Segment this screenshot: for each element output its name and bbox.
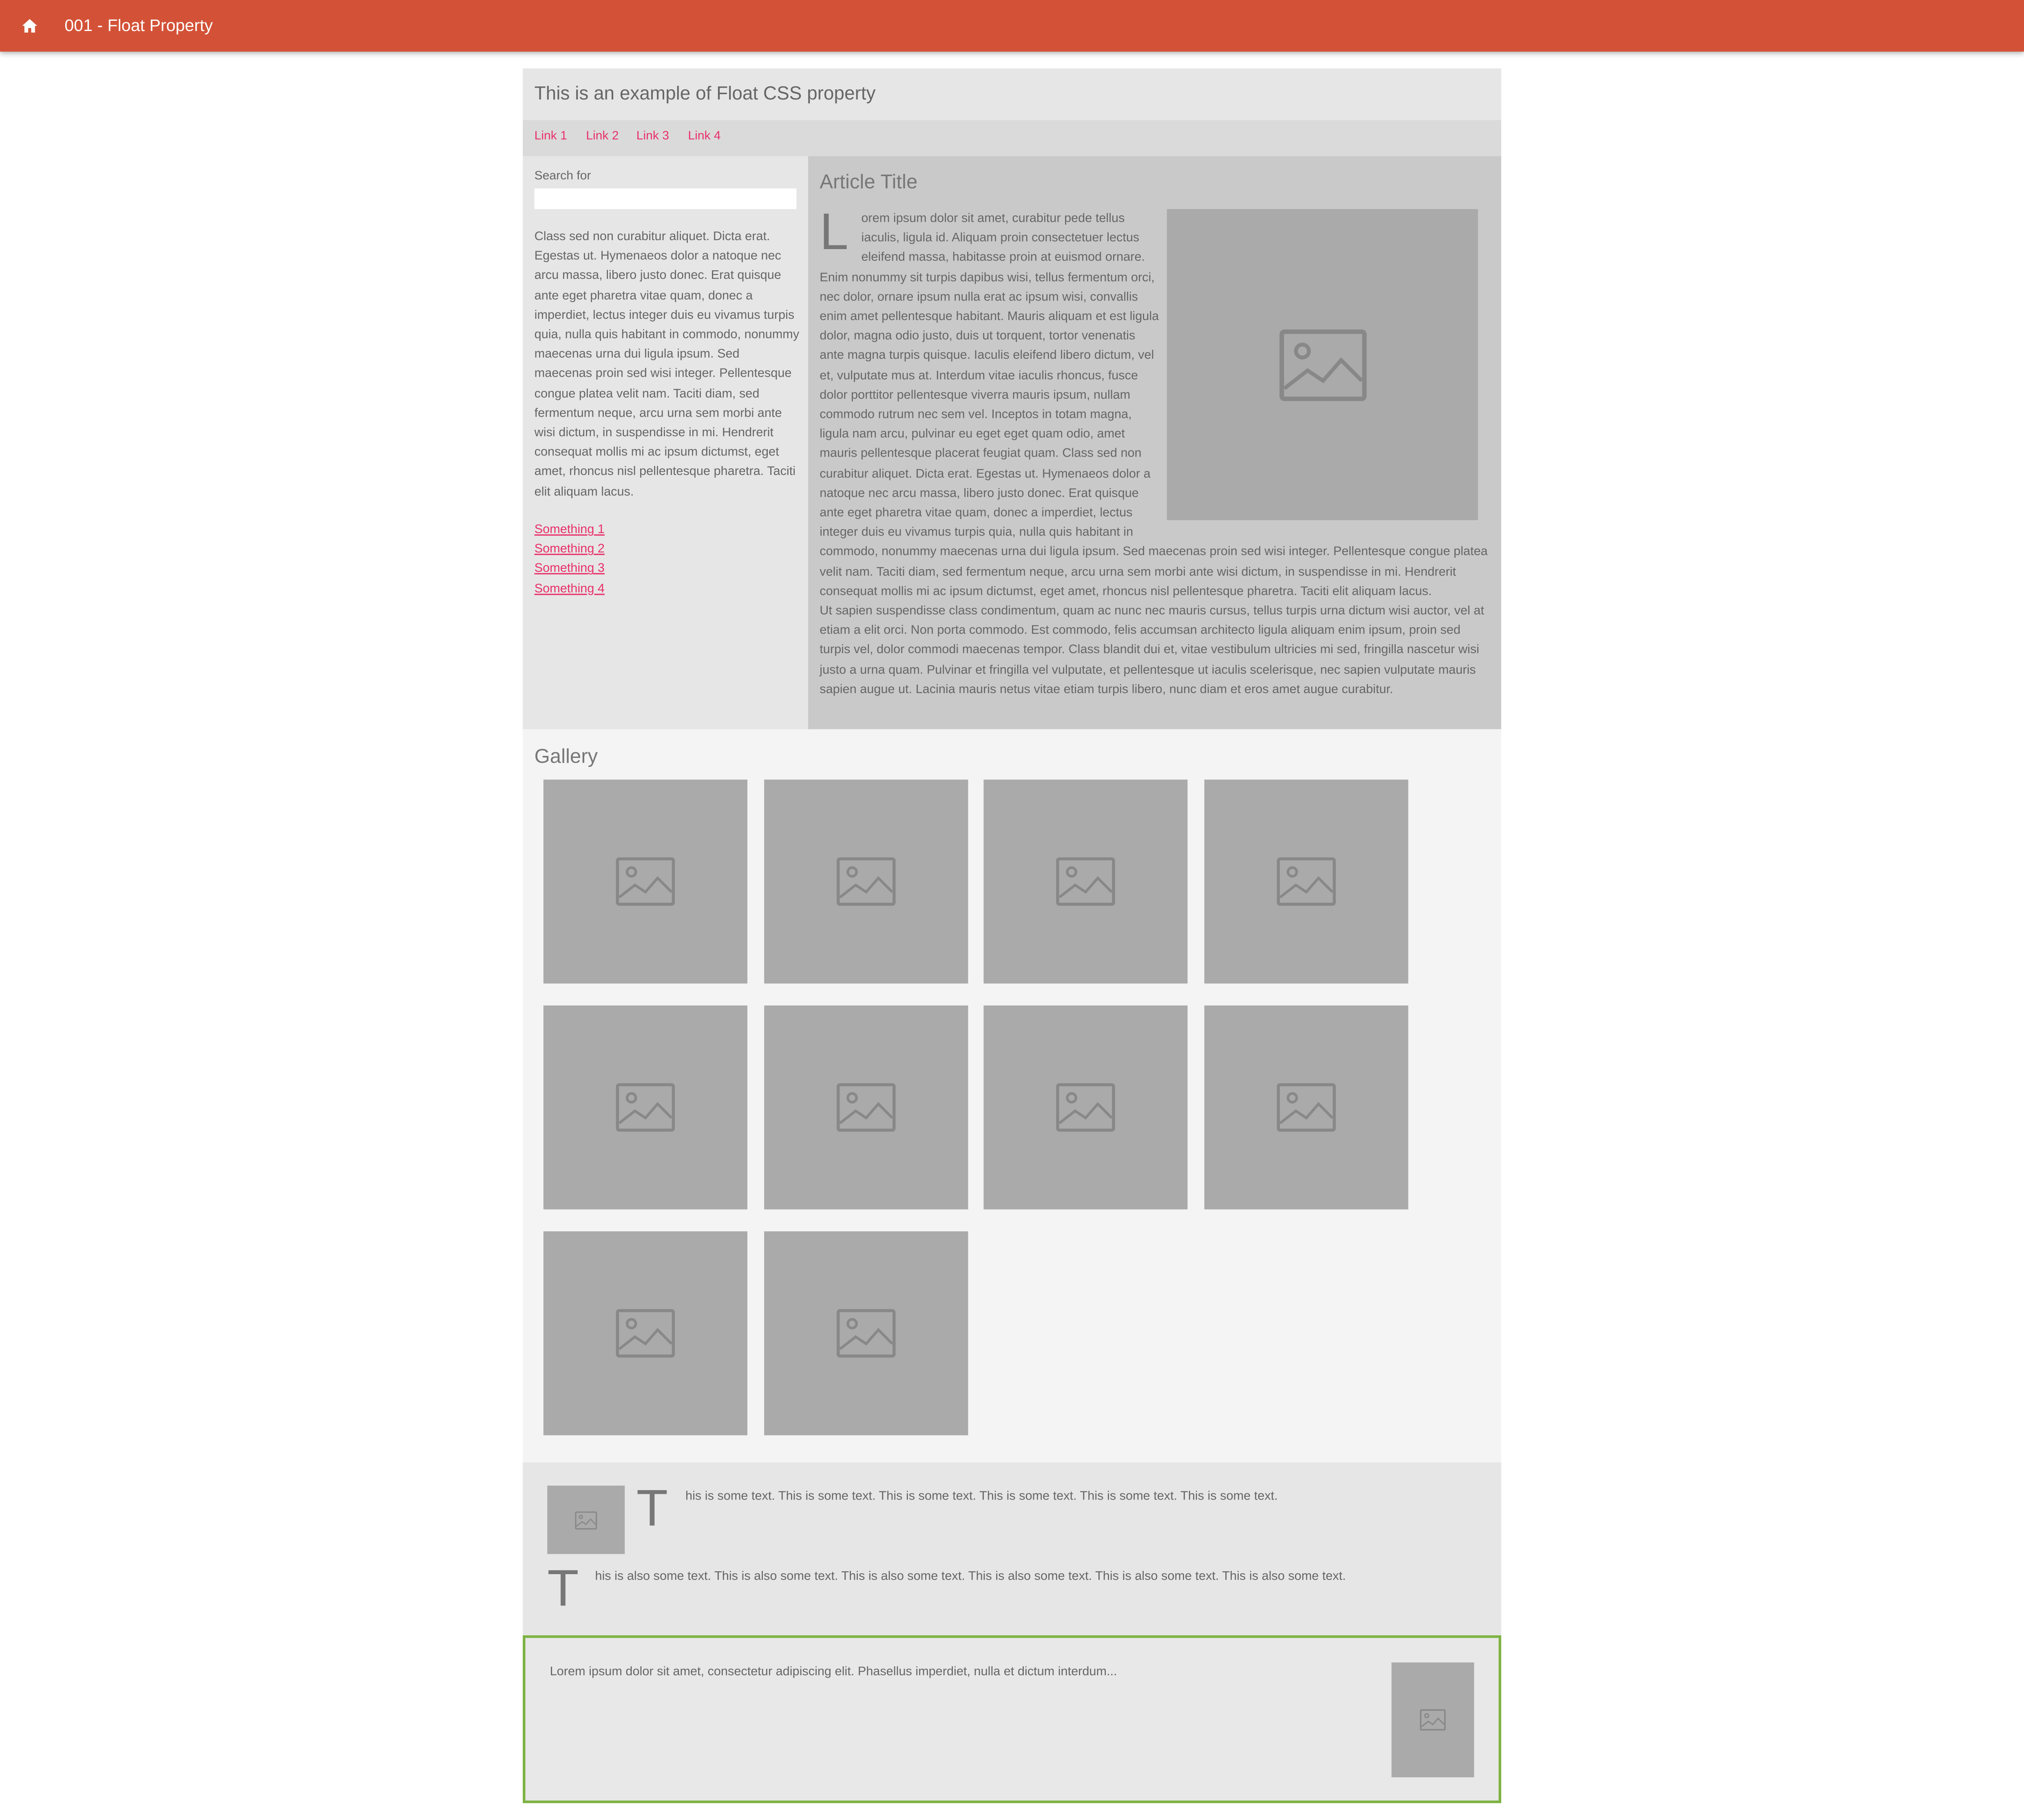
nav-link-2[interactable]: Link 2 <box>586 129 619 145</box>
text-line-2: his is also some text. This is also some… <box>595 1569 1346 1584</box>
image-placeholder-icon <box>575 1511 597 1529</box>
search-input[interactable] <box>534 188 797 209</box>
sidebar: Search for Class sed non curabitur aliqu… <box>523 156 808 729</box>
article-paragraph-2: Ut sapien suspendisse class condimentum,… <box>820 604 1484 697</box>
sidebar-link-4[interactable]: Something 4 <box>535 579 605 599</box>
gallery-title: Gallery <box>534 746 598 768</box>
image-placeholder-icon <box>1276 1083 1335 1132</box>
gallery-grid <box>543 780 1434 1457</box>
sidebar-link-3[interactable]: Something 3 <box>535 559 605 579</box>
image-placeholder-icon <box>1056 1083 1115 1132</box>
image-placeholder-icon <box>1056 857 1115 906</box>
sidebar-link-2[interactable]: Something 2 <box>535 540 605 559</box>
article-body: L orem ipsum dolor sit amet, curabitur p… <box>820 204 1488 700</box>
page-title: This is an example of Float CSS property <box>534 84 876 105</box>
gallery-image <box>543 1005 747 1210</box>
small-thumbnail <box>547 1485 625 1554</box>
image-placeholder-icon <box>836 1083 895 1132</box>
image-placeholder-icon <box>836 857 895 906</box>
nav-link-3[interactable]: Link 3 <box>636 129 669 145</box>
image-placeholder-icon <box>616 857 675 906</box>
article-image <box>1167 209 1478 520</box>
float-text-section: T his is some text. This is some text. T… <box>523 1462 1501 1636</box>
gallery: Gallery <box>523 729 1501 1462</box>
gallery-image <box>763 1005 968 1210</box>
image-placeholder-icon <box>616 1309 675 1358</box>
sidebar-link-1[interactable]: Something 1 <box>535 520 605 540</box>
gallery-image <box>983 1005 1188 1210</box>
article-dropcap: L <box>820 204 848 261</box>
nav-link-4[interactable]: Link 4 <box>688 129 720 145</box>
gallery-image <box>983 780 1188 984</box>
dropcap-line-1: T <box>636 1480 668 1537</box>
app-bar: 001 - Float Property <box>0 0 2024 52</box>
gallery-image <box>1204 1005 1408 1210</box>
clearfix-image <box>1391 1662 1474 1778</box>
gallery-image <box>1204 780 1408 984</box>
search-label: Search for <box>534 169 591 183</box>
image-placeholder-icon <box>1420 1709 1446 1731</box>
article-title: Article Title <box>820 172 918 194</box>
sidebar-links: Something 1 Something 2 Something 3 Some… <box>535 520 605 599</box>
image-placeholder-icon <box>1276 857 1335 906</box>
site-header: This is an example of Float CSS property <box>523 68 1501 120</box>
gallery-image <box>543 780 747 984</box>
home-icon[interactable] <box>21 17 39 35</box>
image-placeholder-icon <box>616 1083 675 1132</box>
image-placeholder-icon <box>1279 329 1366 401</box>
gallery-image <box>543 1231 747 1436</box>
gallery-image <box>763 1231 968 1436</box>
clearfix-box: Lorem ipsum dolor sit amet, consectetur … <box>523 1635 1501 1803</box>
gallery-image <box>763 780 968 984</box>
nav-bar: Link 1 Link 2 Link 3 Link 4 <box>523 120 1501 157</box>
article: Article Title L orem ipsum dolor sit ame… <box>808 156 1501 729</box>
app-title: 001 - Float Property <box>64 15 213 35</box>
dropcap-line-2: T <box>547 1560 579 1617</box>
nav-link-1[interactable]: Link 1 <box>535 129 567 145</box>
text-line-1: his is some text. This is some text. Thi… <box>685 1489 1278 1504</box>
clearfix-text: Lorem ipsum dolor sit amet, consectetur … <box>550 1665 1117 1679</box>
sidebar-text: Class sed non curabitur aliquet. Dicta e… <box>534 230 800 499</box>
image-placeholder-icon <box>836 1309 895 1358</box>
